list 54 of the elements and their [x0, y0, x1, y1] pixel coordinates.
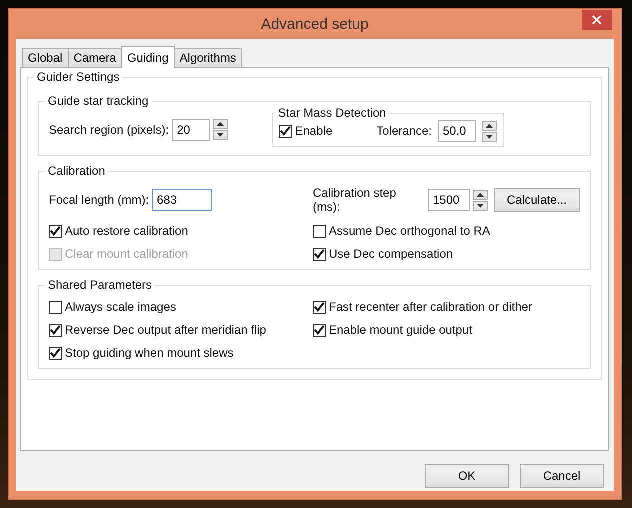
search-region-field[interactable]: 20: [172, 118, 210, 140]
checkbox[interactable]: [313, 324, 326, 336]
down-arrow-icon: [217, 133, 224, 137]
spin-up-button[interactable]: [472, 190, 488, 200]
tolerance-field[interactable]: 50.0: [438, 120, 476, 142]
checkbox-label: Fast recenter after calibration or dither: [329, 300, 532, 314]
up-arrow-icon: [217, 122, 224, 126]
spin-up-button[interactable]: [482, 120, 497, 130]
checkbox[interactable]: [49, 300, 62, 314]
close-button[interactable]: [582, 10, 612, 30]
ok-button[interactable]: OK: [425, 464, 509, 488]
checkbox-label: Auto restore calibration: [65, 224, 188, 238]
checkbox-label: Reverse Dec output after meridian flip: [65, 323, 266, 337]
field-label: Tolerance:: [376, 124, 432, 138]
group-title: Guider Settings: [36, 70, 121, 84]
group-title: Calibration: [47, 164, 106, 178]
calculate-button[interactable]: Calculate...: [494, 188, 580, 212]
checkbox-label: Stop guiding when mount slews: [65, 346, 234, 360]
checkbox-label: Always scale images: [65, 300, 176, 314]
field-label: Search region (pixels):: [49, 122, 170, 136]
up-arrow-icon: [486, 124, 493, 128]
tab[interactable]: Guiding: [121, 46, 175, 68]
tab[interactable]: Algorithms: [174, 48, 242, 67]
up-arrow-icon: [476, 192, 484, 196]
spin-down-button[interactable]: [213, 130, 228, 140]
calibration-step-field[interactable]: 1500: [428, 189, 470, 211]
checkbox[interactable]: [279, 124, 292, 138]
down-arrow-icon: [486, 134, 493, 138]
checkbox-label: Use Dec compensation: [329, 247, 454, 261]
checkbox-label: Enable mount guide output: [329, 323, 472, 337]
cancel-button[interactable]: Cancel: [520, 464, 604, 488]
focal-length-field[interactable]: 683: [152, 189, 212, 211]
tab[interactable]: Global: [22, 48, 69, 67]
checkbox[interactable]: [313, 300, 326, 314]
checkbox[interactable]: [49, 224, 62, 238]
group-title: Guide star tracking: [47, 94, 150, 108]
field-label: Focal length (mm):: [49, 193, 150, 207]
group-title: Star Mass Detection: [277, 106, 388, 120]
checkbox-label: Clear mount calibration: [65, 247, 188, 261]
checkbox[interactable]: [49, 324, 62, 336]
checkbox[interactable]: [49, 346, 62, 360]
checkbox[interactable]: [313, 248, 326, 260]
checkbox[interactable]: [313, 224, 326, 238]
spin-up-button[interactable]: [213, 119, 228, 129]
window-title: Advanced setup: [261, 16, 369, 32]
down-arrow-icon: [476, 204, 484, 208]
checkbox-label: Assume Dec orthogonal to RA: [329, 224, 490, 238]
tab[interactable]: Camera: [68, 48, 122, 67]
group-title: Shared Parameters: [47, 278, 154, 292]
spin-down-button[interactable]: [482, 132, 497, 142]
close-icon: [592, 15, 602, 25]
spin-down-button[interactable]: [472, 200, 488, 210]
field-label: Calibration step (ms):: [313, 186, 398, 214]
checkbox-label: Enable: [295, 124, 333, 138]
